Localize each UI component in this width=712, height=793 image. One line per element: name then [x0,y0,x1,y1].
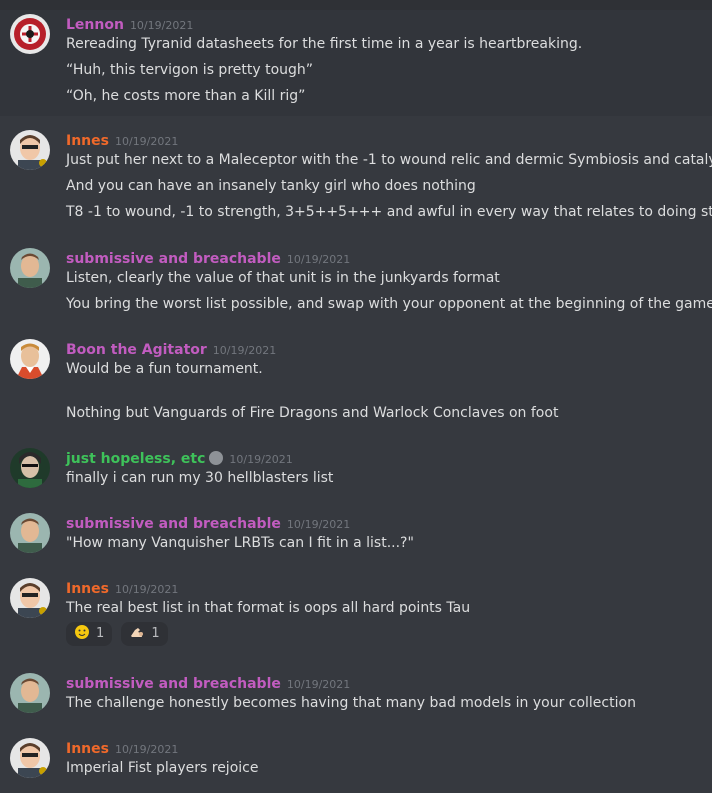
message-text: T8 -1 to wound, -1 to strength, 3+5++5++… [66,204,712,220]
message-group: submissive and breachable 10/19/2021 "How… [0,511,712,559]
message-header: just hopeless, etc 10/19/2021 [66,448,293,467]
avatar[interactable] [10,130,50,170]
timestamp: 10/19/2021 [286,518,351,531]
message-header: submissive and breachable 10/19/2021 [66,248,350,267]
message-group: Lennon 10/19/2021 Rereading Tyranid datas… [0,10,712,116]
message-text: Listen, clearly the value of that unit i… [66,270,500,286]
top-bar [0,0,712,10]
message-text: Rereading Tyranid datasheets for the fir… [66,36,583,52]
smiley-emoji-icon [75,625,89,639]
message-header: Innes 10/19/2021 [66,130,178,149]
message-text: The challenge honestly becomes having th… [66,695,636,711]
message-text: And you can have an insanely tanky girl … [66,178,476,194]
avatar[interactable] [10,673,50,713]
message-header: submissive and breachable 10/19/2021 [66,673,350,692]
reaction-flexed-arm[interactable]: 1 [121,622,168,646]
timestamp: 10/19/2021 [114,583,179,596]
author-name[interactable]: submissive and breachable [66,516,281,532]
reactions-bar: 1 1 [66,622,172,646]
message-group: Boon the Agitator 10/19/2021 Would be a f… [0,337,712,427]
role-badge-icon[interactable] [209,451,224,465]
avatar[interactable] [10,448,50,488]
message-text: Nothing but Vanguards of Fire Dragons an… [66,405,559,421]
avatar[interactable] [10,14,50,54]
avatar[interactable] [10,513,50,553]
message-text: Imperial Fist players rejoice [66,760,259,776]
message-text: The real best list in that format is oop… [66,600,471,616]
message-header: Innes 10/19/2021 [66,578,178,597]
author-name[interactable]: Innes [66,741,109,757]
reaction-count: 1 [151,626,160,641]
author-name[interactable]: Innes [66,581,109,597]
message-text: “Oh, he costs more than a Kill rig” [66,88,306,104]
message-group: submissive and breachable 10/19/2021 List… [0,246,712,318]
message-text: “Huh, this tervigon is pretty tough” [66,62,314,78]
message-header: Boon the Agitator 10/19/2021 [66,339,276,358]
message-group: submissive and breachable 10/19/2021 The … [0,671,712,719]
avatar[interactable] [10,248,50,288]
message-text: You bring the worst list possible, and s… [66,296,712,312]
message-group: Innes 10/19/2021 Just put her next to a M… [0,128,712,228]
avatar[interactable] [10,738,50,778]
timestamp: 10/19/2021 [212,344,277,357]
flexed-arm-emoji-icon [131,628,144,637]
timestamp: 10/19/2021 [129,19,194,32]
message-header: submissive and breachable 10/19/2021 [66,513,350,532]
reaction-smiley[interactable]: 1 [66,622,113,646]
avatar[interactable] [10,578,50,618]
message-text: finally i can run my 30 hellblasters lis… [66,470,334,486]
reaction-count: 1 [96,626,105,641]
author-name[interactable]: submissive and breachable [66,676,281,692]
message-header: Lennon 10/19/2021 [66,14,193,33]
timestamp: 10/19/2021 [114,135,179,148]
author-name[interactable]: Boon the Agitator [66,342,207,358]
author-name[interactable]: Lennon [66,17,124,33]
timestamp: 10/19/2021 [286,678,351,691]
message-group: Innes 10/19/2021 Imperial Fist players re… [0,736,712,784]
message-text: Would be a fun tournament. [66,361,263,377]
timestamp: 10/19/2021 [229,453,293,466]
message-text: Just put her next to a Maleceptor with t… [66,152,712,168]
timestamp: 10/19/2021 [114,743,179,756]
message-text: "How many Vanquisher LRBTs can I fit in … [66,535,414,551]
author-name[interactable]: just hopeless, etc [66,451,205,467]
author-name[interactable]: submissive and breachable [66,251,281,267]
avatar[interactable] [10,339,50,379]
message-group: just hopeless, etc 10/19/2021 finally i c… [0,446,712,494]
message-header: Innes 10/19/2021 [66,738,178,757]
timestamp: 10/19/2021 [286,253,351,266]
author-name[interactable]: Innes [66,133,109,149]
